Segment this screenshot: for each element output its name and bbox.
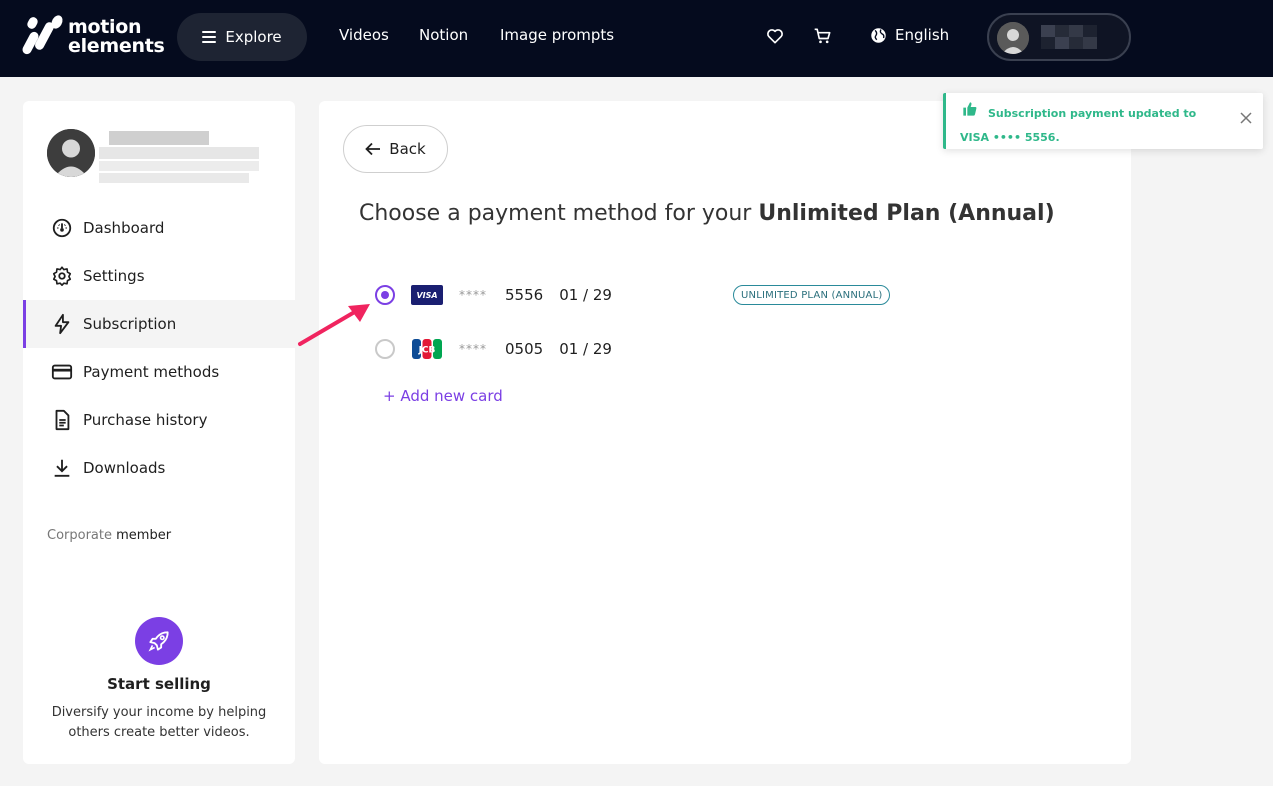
language-selector[interactable]: English: [870, 26, 949, 44]
user-silhouette-icon: [997, 22, 1029, 54]
card-radio-selected[interactable]: [375, 285, 395, 305]
explore-label: Explore: [225, 28, 282, 46]
download-icon: [54, 459, 70, 477]
card-last4: 0505: [505, 340, 544, 358]
sidebar-item-downloads[interactable]: Downloads: [23, 444, 295, 492]
user-avatar: [997, 22, 1029, 54]
hamburger-icon: [202, 28, 217, 46]
gauge-icon: [52, 218, 72, 238]
start-selling-title: Start selling: [107, 675, 211, 693]
success-toast: Subscription payment updated to VISA •••…: [943, 93, 1263, 149]
toast-message: Subscription payment updated to VISA •••…: [960, 107, 1197, 144]
globe-icon: [871, 27, 886, 43]
sidebar-item-subscription[interactable]: Subscription: [23, 300, 295, 348]
jcb-logo-icon: JCB: [411, 339, 443, 359]
sidebar-item-dashboard[interactable]: Dashboard: [23, 204, 295, 252]
cart-icon[interactable]: [813, 26, 833, 46]
sidebar-item-label: Subscription: [83, 315, 177, 333]
sidebar-item-label: Settings: [83, 267, 145, 285]
card-option-jcb[interactable]: JCB **** 0505 01 / 29: [375, 337, 612, 361]
start-selling-description: Diversify your income by helping others …: [51, 705, 267, 740]
user-menu-button[interactable]: [987, 13, 1131, 61]
sidebar-item-label: Purchase history: [83, 411, 208, 429]
nav-link-videos[interactable]: Videos: [339, 26, 389, 44]
card-last4: 5556: [505, 286, 544, 304]
gear-icon: [52, 266, 72, 286]
motion-elements-logo[interactable]: motion elements: [20, 13, 165, 59]
explore-button[interactable]: Explore: [177, 13, 307, 61]
close-icon[interactable]: [1239, 111, 1253, 125]
membership-suffix: member: [116, 528, 172, 543]
sidebar-item-label: Dashboard: [83, 219, 165, 237]
page-title: Choose a payment method for your Unlimit…: [359, 201, 1055, 226]
page-title-plan: Unlimited Plan (Annual): [758, 201, 1055, 226]
profile-avatar: [47, 129, 95, 177]
rocket-icon: [148, 631, 169, 652]
card-expiry: 01 / 29: [559, 286, 612, 304]
card-expiry: 01 / 29: [559, 340, 612, 358]
logo-mark-icon: [20, 13, 66, 59]
lightning-icon: [54, 313, 70, 335]
page-title-prefix: Choose a payment method for your: [359, 201, 752, 226]
account-sidebar: Dashboard Settings Subscription Payment …: [23, 101, 295, 764]
top-navbar: motion elements Explore Videos Notion Im…: [0, 0, 1273, 77]
add-new-card-link[interactable]: + Add new card: [383, 387, 503, 405]
heart-icon[interactable]: [765, 26, 785, 46]
annotation-arrow-icon: [298, 304, 370, 346]
jcb-brand-text: JCB: [418, 346, 436, 356]
start-selling-button[interactable]: [135, 617, 183, 665]
payment-method-panel: Back Choose a payment method for your Un…: [319, 101, 1131, 764]
card-radio-unselected[interactable]: [375, 339, 395, 359]
membership-prefix: Corporate: [47, 528, 112, 543]
nav-link-notion[interactable]: Notion: [419, 26, 468, 44]
arrow-left-icon: [365, 142, 381, 156]
sidebar-item-label: Downloads: [83, 459, 166, 477]
language-label: English: [895, 26, 950, 44]
logo-text-line2: elements: [68, 35, 165, 57]
card-option-visa[interactable]: VISA **** 5556 01 / 29: [375, 283, 612, 307]
back-label: Back: [389, 140, 426, 158]
active-plan-badge: UNLIMITED PLAN (ANNUAL): [733, 285, 891, 305]
user-silhouette-icon: [47, 129, 95, 177]
card-mask: ****: [459, 288, 487, 302]
sidebar-item-payment-methods[interactable]: Payment methods: [23, 348, 295, 396]
back-button[interactable]: Back: [343, 125, 448, 173]
receipt-icon: [55, 409, 70, 431]
nav-link-image-prompts[interactable]: Image prompts: [500, 26, 614, 44]
sidebar-item-purchase-history[interactable]: Purchase history: [23, 396, 295, 444]
visa-logo-icon: VISA: [411, 285, 443, 305]
sidebar-item-settings[interactable]: Settings: [23, 252, 295, 300]
card-mask: ****: [459, 342, 487, 356]
credit-card-icon: [51, 364, 73, 380]
membership-status: Corporate member: [47, 528, 171, 543]
sidebar-item-label: Payment methods: [83, 363, 220, 381]
